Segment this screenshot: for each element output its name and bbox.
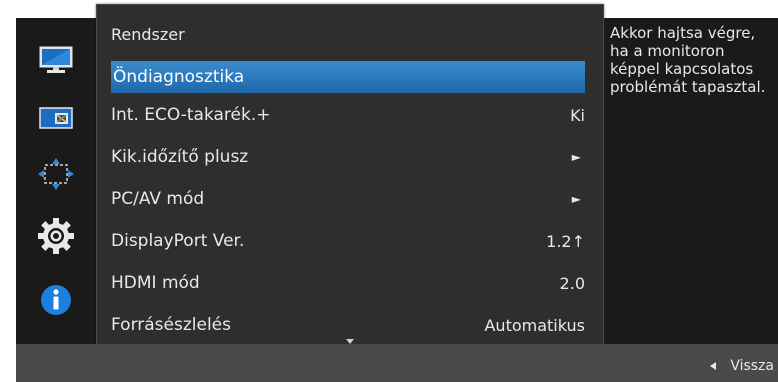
menu-item-label: Kik.időzítő plusz [111,147,249,167]
gear-icon[interactable] [36,216,76,256]
description-panel: Akkor hajtsa végre, ha a monitoron képpe… [604,18,778,344]
menu-item-label: Int. ECO-takarék.+ [111,105,271,125]
menu-item-label: PC/AV mód [111,189,205,209]
back-button[interactable]: Vissza [710,358,774,374]
menu-item-self-diagnosis[interactable]: Öndiagnosztika [111,61,585,93]
category-sidebar [16,18,96,344]
menu-item-value: 2.0 [559,273,585,293]
menu-item-source-detection[interactable]: Forrásészlelés Automatikus [111,309,585,341]
osd-screen: Rendszer Öndiagnosztika Int. ECO-takarék… [0,0,778,382]
menu-item-hdmi-mode[interactable]: HDMI mód 2.0 [111,267,585,299]
submenu-arrow-icon: ► [571,150,581,164]
menu-item-off-timer-plus[interactable]: Kik.időzítő plusz ► [111,141,585,173]
menu-item-eco-saving[interactable]: Int. ECO-takarék.+ Ki [111,99,585,131]
menu-item-displayport-version[interactable]: DisplayPort Ver. 1.2↑ [111,225,585,257]
info-icon[interactable] [36,280,76,320]
back-label: Vissza [730,358,774,374]
menu-item-value: Automatikus [484,315,585,335]
menu-item-value: 1.2↑ [546,231,585,251]
menu-item-pc-av-mode[interactable]: PC/AV mód ► [111,183,585,215]
menu-item-label: Forrásészlelés [111,315,231,335]
back-arrow-icon [710,362,717,370]
menu-item-label: HDMI mód [111,273,200,293]
footer-bar: Vissza [16,344,778,382]
menu-title: Rendszer [111,25,185,44]
menu-item-value: Ki [570,105,585,125]
submenu-arrow-icon: ► [571,192,581,206]
resize-arrows-icon[interactable] [36,154,76,194]
menu-panel: Rendszer Öndiagnosztika Int. ECO-takarék… [96,4,604,352]
monitor-icon[interactable] [36,40,76,80]
picture-in-picture-icon[interactable] [36,98,76,138]
description-text: Akkor hajtsa végre, ha a monitoron képpe… [610,24,766,96]
menu-item-label: DisplayPort Ver. [111,231,245,251]
menu-item-label: Öndiagnosztika [113,67,245,87]
